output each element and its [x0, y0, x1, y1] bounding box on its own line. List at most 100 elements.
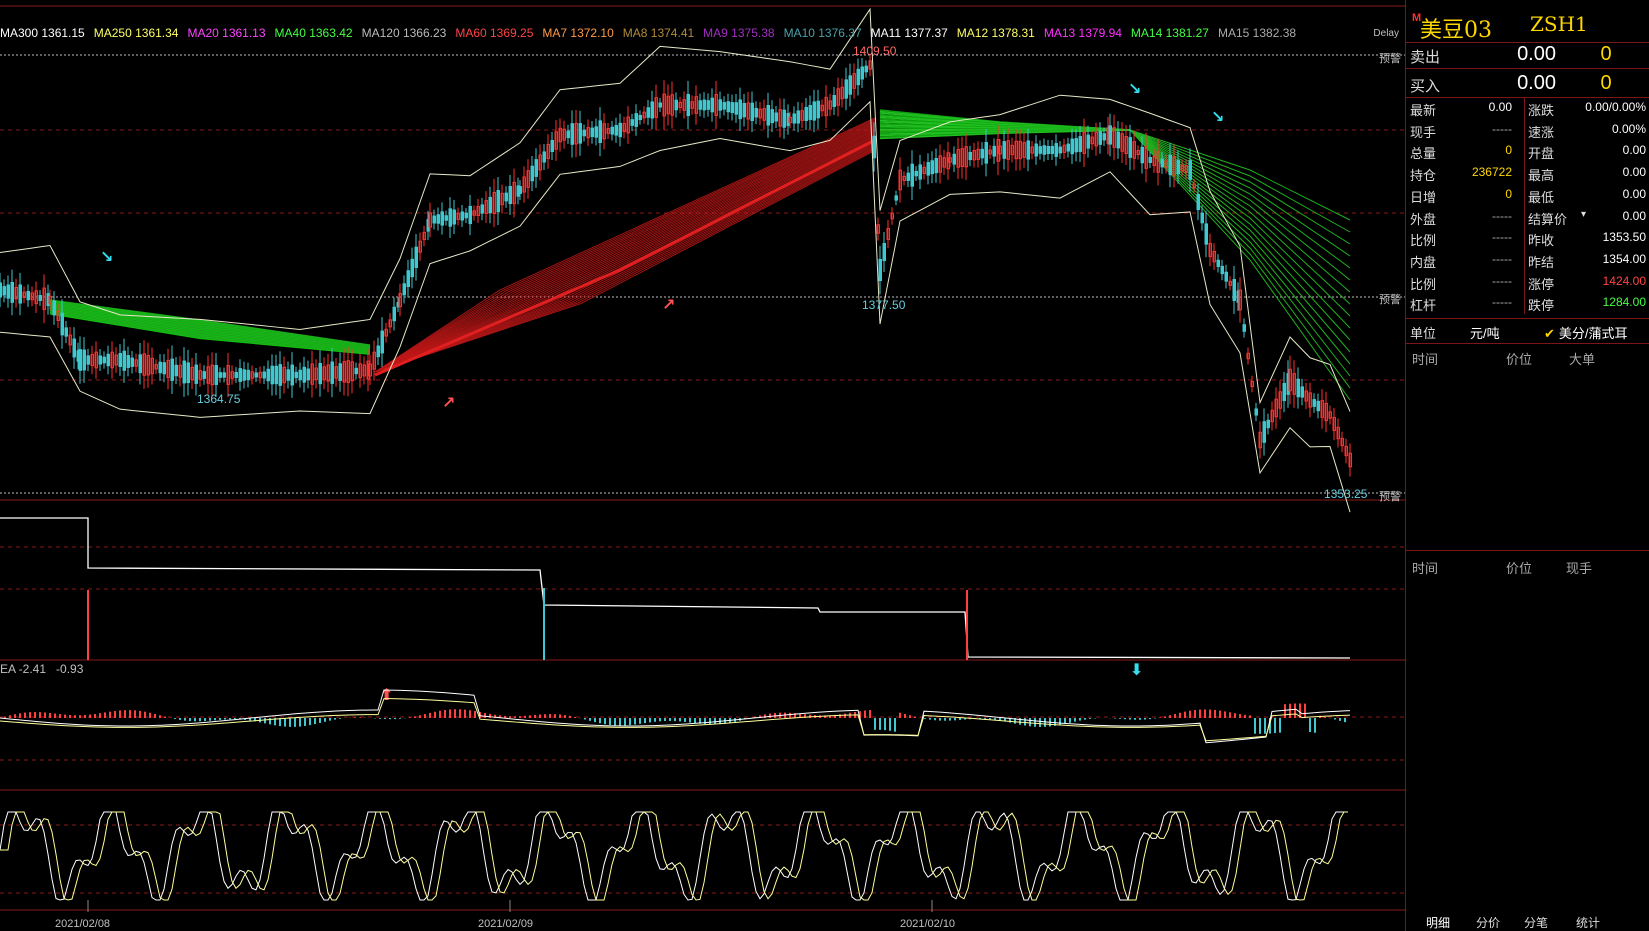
candle-body: [882, 242, 886, 262]
candle-body: [952, 153, 956, 165]
panel-divider: [1406, 550, 1649, 551]
quote-key: 持仓: [1410, 168, 1437, 184]
candle-body: [330, 361, 334, 384]
candle-body: [550, 139, 554, 153]
candle-body: [274, 365, 278, 385]
candle-body: [832, 95, 836, 107]
quote-row: 内盘 ----- 昨结 1354.00: [1406, 249, 1649, 271]
chart-area[interactable]: ↘ ↗ ↗ ↘ ↘ ⬇ ⬆ MA300 1361.15 MA250 1361.34 MA20 1…: [0, 0, 1405, 931]
candle-body: [234, 372, 238, 378]
candle-body: [726, 101, 730, 113]
candle-body: [646, 107, 650, 118]
candle-body: [468, 205, 472, 225]
quote-key: 外盘: [1410, 211, 1437, 227]
quote-value: -----: [1492, 230, 1512, 245]
candle-body: [1232, 278, 1236, 302]
candle-body: [1216, 259, 1220, 267]
quote-key: 日增: [1410, 189, 1437, 205]
sell-row[interactable]: 卖出 0.00 0: [1406, 40, 1649, 69]
candle-body: [1200, 212, 1204, 224]
instrument-code[interactable]: ZSH1: [1530, 12, 1588, 36]
candle-body: [194, 364, 198, 384]
tab-detail[interactable]: 明细: [1426, 914, 1450, 931]
instrument-header[interactable]: M 美豆03 ZSH1: [1406, 8, 1649, 43]
quote-key: 结算价: [1528, 211, 1568, 227]
quote-key: 昨结: [1528, 254, 1555, 270]
buy-label: 买入: [1410, 78, 1441, 95]
tab-price-distribution[interactable]: 分价: [1476, 914, 1500, 931]
candle-body: [742, 102, 746, 118]
candle-body: [934, 158, 938, 174]
candle-body: [804, 107, 808, 121]
currency-toggle[interactable]: ✔ 美分/蒲式耳: [1544, 323, 1628, 342]
candle-body: [214, 365, 218, 385]
candle-body: [402, 283, 406, 296]
candle-body: [614, 125, 618, 136]
quote-row: 杠杆 ----- 跌停 1284.00: [1406, 292, 1649, 314]
ma-ribbon-line: [49, 302, 371, 348]
quote-value: 0.00%: [1611, 121, 1646, 136]
quote-row: 外盘 ----- 结算价 0.00 ▾: [1406, 206, 1649, 228]
candle-body: [306, 368, 310, 381]
tab-tick[interactable]: 分笔: [1524, 914, 1548, 931]
candle-body: [1070, 138, 1074, 155]
candle-body: [766, 104, 770, 126]
candle-body: [0, 282, 2, 298]
candle-body: [1098, 131, 1102, 145]
candle-body: [406, 270, 410, 288]
candle-body: [26, 290, 30, 301]
candle-body: [444, 215, 448, 221]
ma-ribbon-line: [1129, 129, 1351, 389]
quote-value: 1284.00: [1602, 295, 1646, 310]
signal-arrow-icon: ↘: [100, 249, 113, 266]
candle-body: [298, 369, 302, 381]
column-header: 时间: [1412, 561, 1439, 576]
candle-body: [1168, 154, 1172, 176]
buy-price[interactable]: 0.00: [1476, 72, 1556, 95]
sell-price[interactable]: 0.00: [1476, 43, 1556, 66]
candle-body: [754, 107, 758, 118]
quote-value: 1353.50: [1602, 230, 1646, 245]
candle-body: [72, 338, 76, 358]
candle-body: [984, 141, 988, 164]
dropdown-icon[interactable]: ▾: [1581, 209, 1586, 220]
candle-body: [158, 361, 162, 374]
candle-body: [534, 159, 538, 177]
unit-value[interactable]: 元/吨: [1470, 323, 1500, 342]
quote-key: 开盘: [1528, 146, 1555, 162]
candle-body: [118, 353, 122, 367]
macd-line: [0, 689, 1351, 744]
column-header: 现手: [1566, 561, 1593, 576]
ma-ribbon-line: [1129, 129, 1351, 221]
candle-body: [1262, 421, 1266, 443]
buy-row[interactable]: 买入 0.00 0: [1406, 69, 1649, 98]
tick-table-header: 时间 价位 现手: [1406, 555, 1649, 576]
tab-statistics[interactable]: 统计: [1576, 914, 1600, 931]
candle-body: [448, 208, 452, 227]
candle-body: [286, 369, 290, 381]
column-header: 大单: [1569, 352, 1596, 367]
candle-body: [926, 162, 930, 176]
candle-body: [270, 365, 274, 385]
quote-key: 涨跌: [1528, 103, 1555, 118]
ma-legend-item: MA15 1382.38: [1217, 26, 1297, 40]
candle-body: [1050, 145, 1054, 155]
signal-arrow-icon: ↗: [662, 297, 675, 314]
ma-legend-item: MA7 1372.10: [542, 26, 614, 40]
candle-body: [634, 113, 638, 127]
ma-legend-item: MA14 1381.27: [1130, 26, 1209, 40]
candle-body: [750, 102, 754, 122]
candle-body: [918, 164, 922, 180]
candle-body: [504, 192, 508, 202]
candle-body: [1220, 265, 1224, 275]
candle-body: [1046, 146, 1050, 154]
quote-row: 比例 ----- 涨停 1424.00: [1406, 271, 1649, 293]
candlestick-chart[interactable]: ↘↗↗↘↘⬇⬆: [0, 0, 1405, 931]
candle-body: [566, 130, 570, 139]
quote-value: 0.00: [1622, 165, 1646, 180]
candle-body: [182, 360, 186, 384]
quote-divider: [1524, 97, 1525, 314]
candle-body: [18, 284, 22, 304]
candle-body: [1312, 399, 1316, 407]
ma-legend-item: MA120 1366.23: [361, 26, 447, 40]
